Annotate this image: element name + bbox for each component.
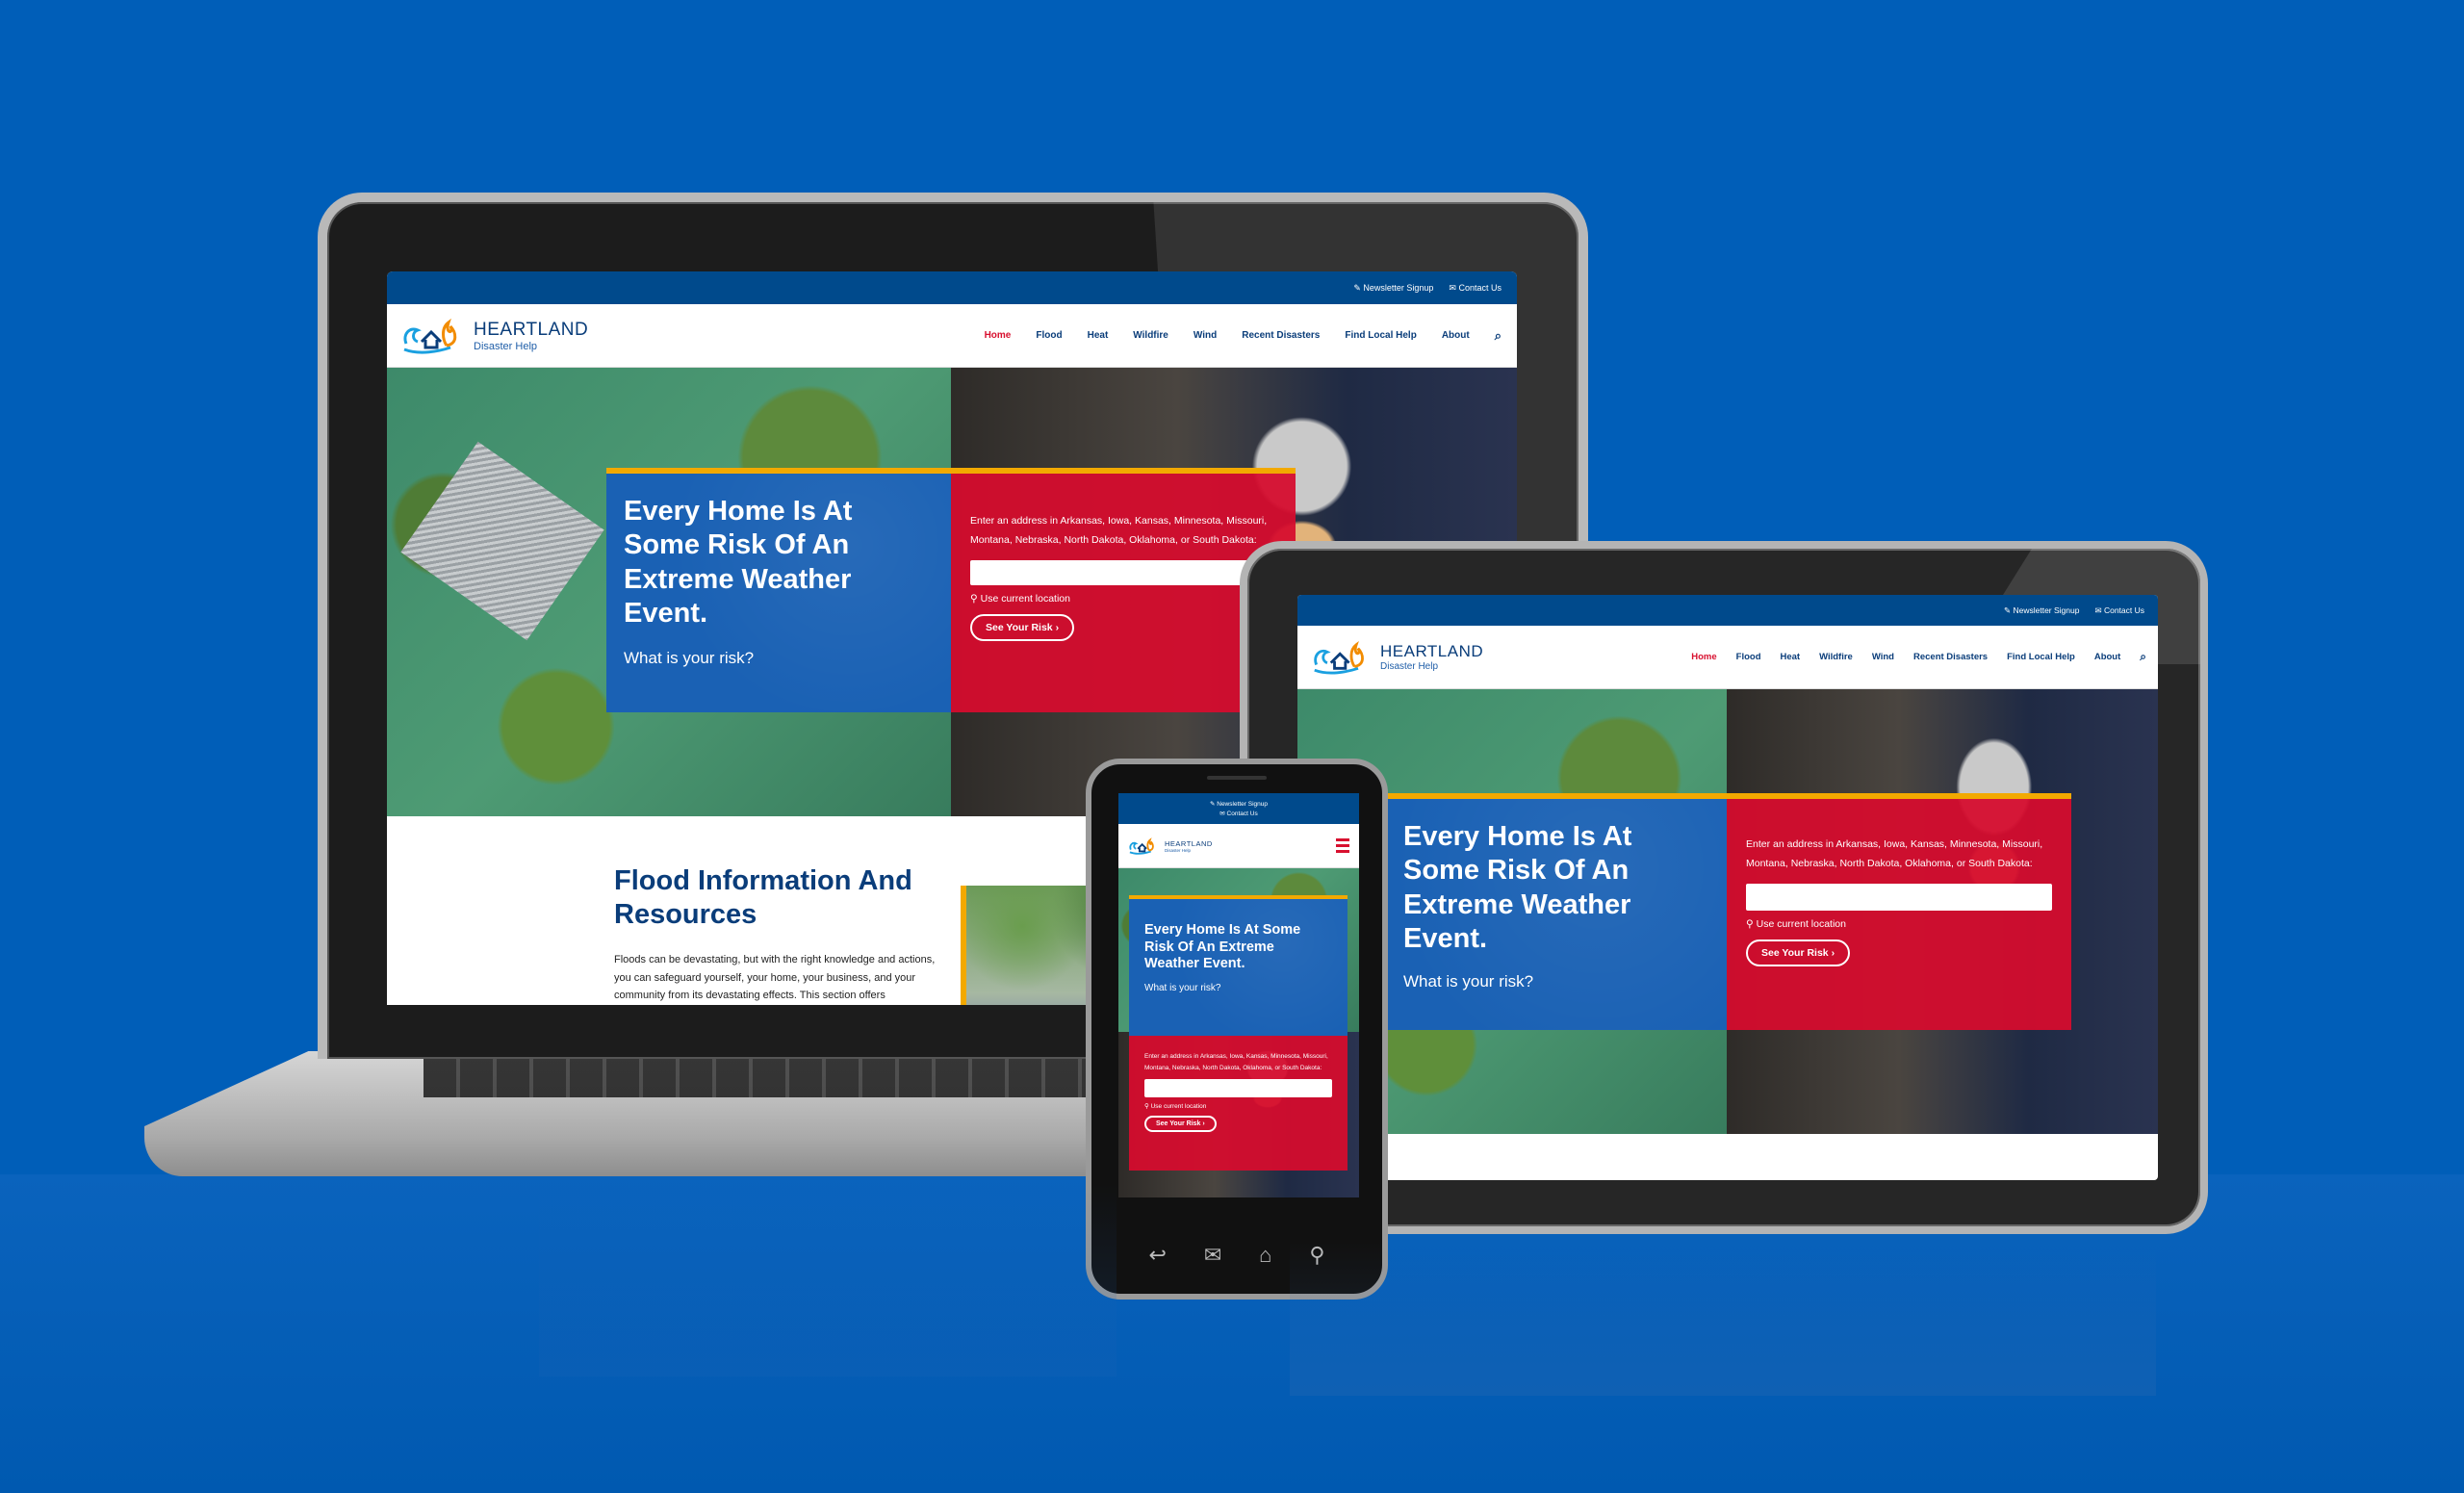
- address-input[interactable]: [970, 559, 1276, 585]
- see-your-risk-button[interactable]: See Your Risk ›: [1144, 1116, 1217, 1133]
- nav-home[interactable]: Home: [985, 330, 1012, 341]
- use-location-label: Use current location: [1150, 1103, 1207, 1111]
- utility-bar: ✎ Newsletter Signup ✉ Contact Us: [1297, 595, 2158, 626]
- main-nav: HEARTLAND Disaster Help Home Flood Heat …: [387, 304, 1517, 368]
- utility-bar: ✎ Newsletter Signup ✉ Contact Us: [1118, 793, 1359, 824]
- heartland-logo-icon: [1129, 837, 1154, 855]
- search-icon[interactable]: ⚲: [1309, 1243, 1324, 1268]
- use-current-location-link[interactable]: ⚲ Use current location: [1746, 918, 2052, 930]
- phone-nav-bar: ↩ ✉ ⌂ ⚲: [1091, 1226, 1382, 1284]
- search-icon[interactable]: ⌕: [1495, 328, 1502, 344]
- nav-home[interactable]: Home: [1691, 652, 1716, 662]
- chevron-right-icon: ›: [1055, 621, 1060, 633]
- heartland-logo-icon: [1314, 640, 1364, 674]
- newsletter-label: Newsletter Signup: [1363, 282, 1434, 293]
- brand-tagline: Disaster Help: [1165, 847, 1192, 853]
- brand-name: HEARTLAND: [1165, 838, 1213, 848]
- main-nav: HEARTLAND Disaster Help: [1118, 824, 1359, 868]
- site-logo[interactable]: HEARTLAND Disaster Help: [400, 315, 588, 357]
- contact-link[interactable]: ✉ Contact Us: [2094, 605, 2144, 616]
- address-input[interactable]: [1746, 883, 2052, 911]
- nav-find-local-help[interactable]: Find Local Help: [2007, 652, 2075, 662]
- brand-tagline: Disaster Help: [474, 340, 538, 352]
- nav-flood[interactable]: Flood: [1036, 330, 1062, 341]
- hero-subhead: What is your risk?: [1144, 983, 1221, 994]
- flood-title: Flood Information And Resources: [614, 865, 912, 930]
- chevron-right-icon: ›: [1202, 1120, 1205, 1128]
- nav-wind[interactable]: Wind: [1872, 652, 1894, 662]
- contact-link[interactable]: ✉ Contact Us: [1449, 283, 1502, 294]
- brand-name: HEARTLAND: [1380, 642, 1484, 660]
- nav-about[interactable]: About: [2094, 652, 2120, 662]
- chevron-right-icon: ›: [1831, 946, 1835, 959]
- nav-recent-disasters[interactable]: Recent Disasters: [1913, 652, 1988, 662]
- nav-flood[interactable]: Flood: [1736, 652, 1761, 662]
- tablet-screen: ✎ Newsletter Signup ✉ Contact Us HEARTLA…: [1297, 595, 2158, 1180]
- use-location-label: Use current location: [1756, 917, 1846, 930]
- cta-label: See Your Risk: [986, 621, 1053, 633]
- phone-screen: ✎ Newsletter Signup ✉ Contact Us HEARTLA…: [1118, 793, 1359, 1197]
- nav-wildfire[interactable]: Wildfire: [1819, 652, 1853, 662]
- nav-heat[interactable]: Heat: [1088, 330, 1109, 341]
- back-icon[interactable]: ↩: [1148, 1243, 1166, 1268]
- mail-icon[interactable]: ✉: [1204, 1243, 1221, 1268]
- hero-section: Every Home Is At Some Risk Of An Extreme…: [1118, 868, 1359, 1197]
- hero-headline-panel: Every Home Is At Some Risk Of An Extreme…: [606, 468, 951, 712]
- hero-headline: Every Home Is At Some Risk Of An Extreme…: [1403, 821, 1632, 955]
- laptop-keyboard: [424, 1059, 1116, 1097]
- heartland-logo-icon: [403, 318, 457, 354]
- see-your-risk-button[interactable]: See Your Risk ›: [970, 613, 1075, 641]
- use-current-location-link[interactable]: ⚲ Use current location: [1144, 1102, 1332, 1110]
- cta-label: See Your Risk: [1761, 946, 1829, 959]
- address-input[interactable]: [1144, 1079, 1332, 1098]
- newsletter-link[interactable]: ✎ Newsletter Signup: [1210, 800, 1268, 808]
- nav-heat[interactable]: Heat: [1781, 652, 1801, 662]
- hero-subhead: What is your risk?: [1403, 971, 1534, 991]
- brand-tagline: Disaster Help: [1380, 661, 1439, 672]
- hero-subhead: What is your risk?: [624, 648, 755, 667]
- contact-link[interactable]: ✉ Contact Us: [1219, 810, 1257, 817]
- newsletter-label: Newsletter Signup: [1217, 801, 1268, 808]
- address-prompt: Enter an address in Arkansas, Iowa, Kans…: [1746, 838, 2043, 869]
- nav-about[interactable]: About: [1442, 330, 1470, 341]
- nav-find-local-help[interactable]: Find Local Help: [1345, 330, 1416, 341]
- phone-device: ✎ Newsletter Signup ✉ Contact Us HEARTLA…: [1086, 759, 1388, 1300]
- nav-links: Home Flood Heat Wildfire Wind Recent Dis…: [1691, 650, 2146, 664]
- home-icon[interactable]: ⌂: [1259, 1243, 1271, 1268]
- risk-form-panel: Enter an address in Arkansas, Iowa, Kans…: [1727, 793, 2071, 1030]
- site-logo[interactable]: HEARTLAND Disaster Help: [1311, 637, 1483, 678]
- risk-form-panel: Enter an address in Arkansas, Iowa, Kans…: [1129, 1036, 1348, 1171]
- hero-headline: Every Home Is At Some Risk Of An Extreme…: [1144, 922, 1301, 972]
- nav-recent-disasters[interactable]: Recent Disasters: [1242, 330, 1320, 341]
- nav-links: Home Flood Heat Wildfire Wind Recent Dis…: [985, 328, 1502, 344]
- hero-headline: Every Home Is At Some Risk Of An Extreme…: [624, 496, 853, 630]
- cta-label: See Your Risk: [1156, 1120, 1201, 1128]
- use-location-label: Use current location: [980, 592, 1070, 605]
- use-current-location-link[interactable]: ⚲ Use current location: [970, 593, 1276, 605]
- see-your-risk-button[interactable]: See Your Risk ›: [1746, 939, 1851, 966]
- address-prompt: Enter an address in Arkansas, Iowa, Kans…: [970, 515, 1268, 546]
- site-logo[interactable]: HEARTLAND Disaster Help: [1128, 837, 1213, 856]
- flood-body: Floods can be devastating, but with the …: [614, 954, 936, 1002]
- nav-wind[interactable]: Wind: [1194, 330, 1217, 341]
- contact-label: Contact Us: [2103, 605, 2144, 615]
- hamburger-menu-icon[interactable]: [1336, 838, 1349, 853]
- newsletter-label: Newsletter Signup: [2013, 605, 2080, 615]
- hero-section: Every Home Is At Some Risk Of An Extreme…: [1297, 689, 2158, 1134]
- hero-headline-panel: Every Home Is At Some Risk Of An Extreme…: [1129, 895, 1348, 1036]
- nav-wildfire[interactable]: Wildfire: [1133, 330, 1168, 341]
- address-prompt: Enter an address in Arkansas, Iowa, Kans…: [1144, 1053, 1328, 1071]
- main-nav: HEARTLAND Disaster Help Home Flood Heat …: [1297, 626, 2158, 689]
- contact-label: Contact Us: [1458, 282, 1502, 293]
- brand-name: HEARTLAND: [474, 319, 589, 340]
- newsletter-link[interactable]: ✎ Newsletter Signup: [2004, 605, 2079, 616]
- search-icon[interactable]: ⌕: [2140, 650, 2146, 664]
- utility-bar: ✎ Newsletter Signup ✉ Contact Us: [387, 271, 1517, 304]
- newsletter-link[interactable]: ✎ Newsletter Signup: [1353, 283, 1433, 294]
- contact-label: Contact Us: [1226, 811, 1258, 817]
- roof-shape: [400, 441, 604, 641]
- phone-speaker: [1207, 776, 1267, 780]
